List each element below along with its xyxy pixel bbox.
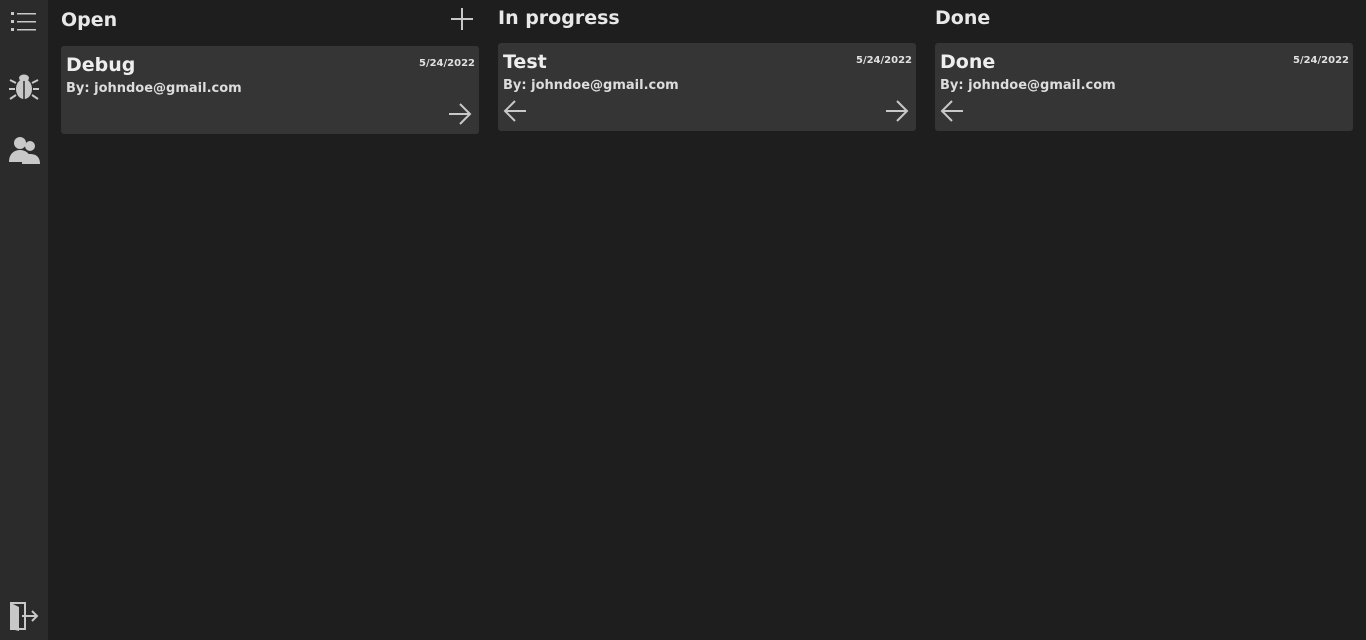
column-title: Open (61, 9, 118, 31)
card-date: 5/24/2022 (855, 55, 912, 66)
sidebar-item-bugs[interactable] (6, 68, 42, 104)
move-right-button[interactable] (882, 98, 912, 124)
logout-icon (10, 602, 39, 631)
add-task-button[interactable] (449, 6, 475, 32)
list-icon (11, 12, 36, 31)
sidebar (0, 0, 48, 640)
plus-icon (451, 8, 473, 30)
sidebar-item-users[interactable] (6, 132, 42, 168)
move-left-button[interactable] (500, 98, 530, 124)
arrow-right-icon (886, 100, 909, 122)
card-date: 5/24/2022 (418, 58, 475, 69)
column-in-progress: In progress Test 5/24/2022 By: johndoe@g… (498, 0, 916, 131)
column-title: In progress (498, 7, 620, 29)
column-title: Done (935, 7, 991, 29)
kanban-board: Open Debug 5/24/2022 By: johndoe@gmail.c… (48, 0, 1366, 640)
sidebar-item-list[interactable] (6, 4, 42, 40)
card-title: Debug (66, 54, 136, 76)
column-open: Open Debug 5/24/2022 By: johndoe@gmail.c… (61, 0, 479, 134)
column-done: Done Done 5/24/2022 By: johndoe@gmail.co… (935, 0, 1353, 131)
move-right-button[interactable] (445, 101, 475, 127)
arrow-left-icon (503, 100, 526, 122)
card-author: By: johndoe@gmail.com (66, 81, 242, 96)
column-header: Open (61, 0, 479, 40)
column-header: In progress (498, 0, 916, 40)
card-title: Done (940, 51, 996, 73)
card-date: 5/24/2022 (1292, 55, 1349, 66)
bug-icon (9, 74, 39, 100)
card-title: Test (503, 51, 547, 73)
arrow-left-icon (940, 100, 963, 122)
arrow-right-icon (449, 103, 472, 125)
column-header: Done (935, 0, 1353, 40)
users-icon (9, 137, 40, 164)
task-card[interactable]: Debug 5/24/2022 By: johndoe@gmail.com (61, 46, 479, 134)
sidebar-item-logout[interactable] (6, 598, 42, 634)
card-author: By: johndoe@gmail.com (940, 78, 1116, 93)
move-left-button[interactable] (937, 98, 967, 124)
task-card[interactable]: Done 5/24/2022 By: johndoe@gmail.com (935, 43, 1353, 131)
task-card[interactable]: Test 5/24/2022 By: johndoe@gmail.com (498, 43, 916, 131)
card-author: By: johndoe@gmail.com (503, 78, 679, 93)
